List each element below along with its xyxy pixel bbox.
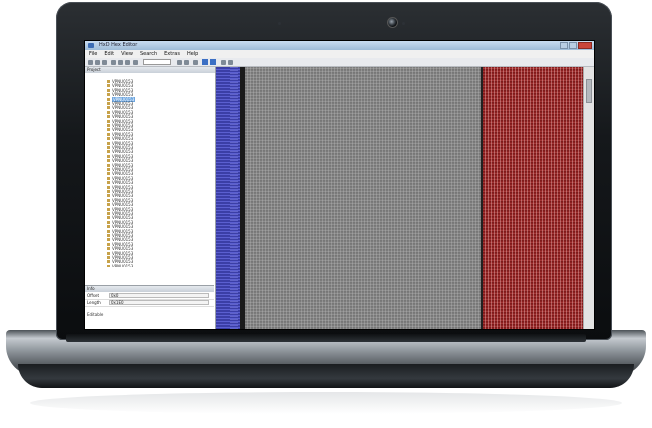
maximize-button[interactable]	[569, 42, 577, 49]
save-icon[interactable]	[102, 60, 107, 65]
menu-file[interactable]: File	[89, 50, 97, 58]
menu-extras[interactable]: Extras	[164, 50, 180, 58]
menu-search[interactable]: Search	[140, 50, 157, 58]
hex-data-view[interactable]	[245, 67, 481, 329]
project-pane: Project VPNU0153 VPNU0153 VPNU0153 VPNU0153…	[85, 67, 216, 329]
window-controls	[560, 42, 592, 49]
laptop-hinge	[66, 334, 586, 342]
view-icon[interactable]	[193, 60, 198, 65]
webcam-icon	[387, 17, 398, 28]
cut-icon[interactable]	[111, 60, 116, 65]
copy-icon[interactable]	[118, 60, 123, 65]
arrow-right-icon[interactable]	[184, 60, 189, 65]
desk-reflection	[30, 392, 622, 414]
menu-edit[interactable]: Edit	[104, 50, 114, 58]
tree-item-label: VPNU0153	[112, 263, 134, 267]
text-data-view[interactable]	[483, 67, 583, 329]
laptop-screen: HxD Hex Editor File Edit View Search Ext…	[84, 40, 595, 330]
tree-item[interactable]: VPNU0153	[85, 264, 214, 267]
info-panel: Info Offset 0x0 Length 0x1E0 Editable	[85, 285, 214, 329]
arrow-left-icon[interactable]	[177, 60, 182, 65]
close-button[interactable]	[578, 42, 592, 49]
prop-value-field[interactable]: 0x0	[109, 293, 209, 298]
app-icon	[88, 43, 94, 48]
offset-column	[216, 67, 240, 329]
hex-mode-icon[interactable]	[202, 59, 208, 65]
file-icon	[107, 264, 110, 267]
laptop-base-lip	[18, 364, 634, 388]
prop-row: Length 0x1E0	[85, 300, 214, 307]
vertical-scrollbar[interactable]	[583, 67, 594, 329]
open-file-icon[interactable]	[95, 60, 100, 65]
menu-bar: File Edit View Search Extras Help	[85, 50, 594, 58]
menu-view[interactable]: View	[121, 50, 133, 58]
scroll-thumb[interactable]	[586, 79, 592, 103]
offset-input[interactable]	[143, 59, 171, 65]
toolbar	[85, 58, 594, 67]
prop-row: Offset 0x0	[85, 293, 214, 300]
new-file-icon[interactable]	[88, 60, 93, 65]
info-note: Editable	[87, 312, 104, 317]
text-mode-icon[interactable]	[210, 59, 216, 65]
window-titlebar[interactable]: HxD Hex Editor	[85, 41, 594, 50]
file-tree: VPNU0153 VPNU0153 VPNU0153 VPNU0153 VPNU0153…	[85, 73, 214, 267]
prop-key: Length	[87, 300, 101, 305]
undo-icon[interactable]	[133, 60, 138, 65]
paste-icon[interactable]	[125, 60, 130, 65]
bookmark-icon[interactable]	[221, 60, 226, 65]
minimize-button[interactable]	[560, 42, 568, 49]
sensor-dot	[402, 22, 405, 25]
window-title: HxD Hex Editor	[99, 42, 138, 48]
menu-help[interactable]: Help	[187, 50, 198, 58]
prop-key: Offset	[87, 293, 100, 298]
sensor-dot	[278, 22, 281, 25]
prop-value-field[interactable]: 0x1E0	[109, 300, 209, 305]
find-icon[interactable]	[228, 60, 233, 65]
info-panel-header: Info	[85, 286, 214, 292]
